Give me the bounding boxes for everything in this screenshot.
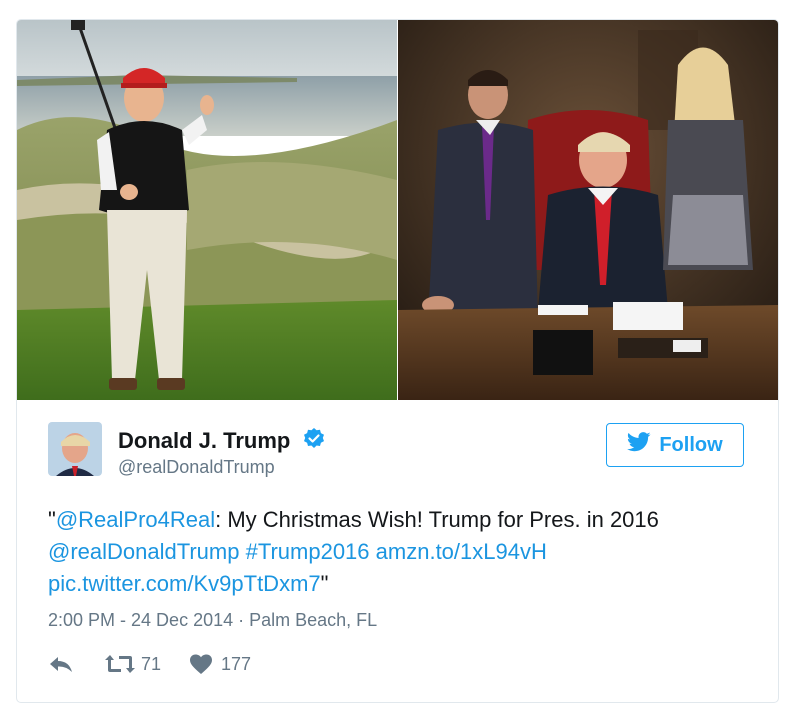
tweet-card: Donald J. Trump @realDonaldTrump Follow … [16, 19, 779, 703]
tweet-meta: 2:00 PM - 24 Dec 2014 · Palm Beach, FL [48, 610, 377, 631]
reply-button[interactable] [48, 654, 74, 674]
tweet-actions: 71 177 [48, 650, 251, 678]
author-name[interactable]: Donald J. Trump [118, 427, 326, 457]
author-handle[interactable]: @realDonaldTrump [118, 457, 275, 478]
reply-icon [48, 654, 74, 674]
retweet-icon [104, 653, 136, 675]
mention-realpro4real[interactable]: @RealPro4Real [56, 507, 215, 532]
author-name-text[interactable]: Donald J. Trump [118, 428, 290, 453]
twitter-bird-icon [627, 432, 651, 458]
meta-separator: · [233, 610, 250, 630]
boardroom-photo-image [398, 20, 778, 400]
quote-open: " [48, 507, 56, 532]
tweet-text: "@RealPro4Real: My Christmas Wish! Trump… [48, 504, 748, 600]
like-count: 177 [221, 653, 252, 674]
link-amzn[interactable]: amzn.to/1xL94vH [376, 539, 547, 564]
follow-label: Follow [659, 433, 723, 456]
quote-close: " [320, 571, 329, 596]
heart-icon [189, 653, 213, 675]
follow-button[interactable]: Follow [606, 423, 744, 467]
like-button[interactable]: 177 [189, 653, 251, 675]
photo-golf[interactable] [17, 20, 397, 400]
link-pic-twitter[interactable]: pic.twitter.com/Kv9pTtDxm7 [48, 571, 321, 596]
verified-badge-icon [302, 427, 326, 457]
avatar-image [48, 422, 102, 476]
hashtag-trump2016[interactable]: #Trump2016 [246, 539, 370, 564]
retweet-button[interactable]: 71 [104, 653, 161, 675]
tweet-media[interactable] [17, 20, 778, 400]
mention-realdonaldtrump[interactable]: @realDonaldTrump [48, 539, 239, 564]
retweet-count: 71 [141, 653, 162, 674]
photo-boardroom[interactable] [398, 20, 778, 400]
tweet-body: : My Christmas Wish! Trump for Pres. in … [215, 507, 659, 532]
timestamp[interactable]: 2:00 PM - 24 Dec 2014 [48, 610, 233, 630]
golf-photo-image [17, 20, 397, 400]
avatar[interactable] [48, 422, 102, 476]
location[interactable]: Palm Beach, FL [249, 610, 377, 630]
